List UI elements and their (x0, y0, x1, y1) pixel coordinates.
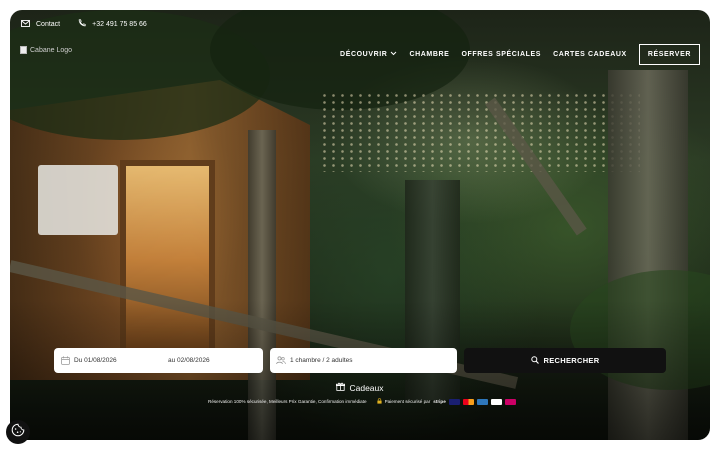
calendar-icon (60, 356, 70, 366)
gift-icon (336, 382, 346, 393)
site-logo[interactable]: Cabane Logo (20, 42, 90, 58)
contact-bar: Contact +32 491 75 85 66 (21, 19, 147, 29)
visa-card-icon (448, 398, 460, 405)
guarantees-text: Réservation 100% sécurisée, Meilleurs Pr… (208, 399, 367, 404)
search-icon (530, 355, 539, 366)
reserve-button[interactable]: RÉSERVER (638, 44, 700, 65)
date-from[interactable]: Du 01/08/2026 (74, 357, 168, 364)
date-range-field[interactable]: Du 01/08/2026 au 02/08/2026 (54, 348, 263, 373)
guests-value: 1 chambre / 2 adultes (290, 357, 353, 364)
payment-label: Paiement sécurisé par (384, 399, 431, 404)
lock-icon (376, 398, 382, 405)
contact-label: Contact (36, 20, 61, 28)
search-label: RECHERCHER (543, 356, 600, 365)
logo-alt: Cabane Logo (30, 46, 73, 54)
scene-detail (38, 165, 118, 235)
gifts-link[interactable]: Cadeaux (0, 382, 720, 393)
nav-item-offres[interactable]: OFFRES SPÉCIALES (461, 51, 541, 58)
trust-bar: Réservation 100% sécurisée, Meilleurs Pr… (208, 398, 516, 405)
cookie-icon (11, 423, 25, 442)
guests-field[interactable]: 1 chambre / 2 adultes (270, 348, 457, 373)
mastercard-icon (462, 398, 474, 405)
chevron-down-icon (390, 51, 397, 58)
amex-card-icon (476, 398, 488, 405)
nav-item-cartes-cadeaux[interactable]: CARTES CADEAUX (553, 51, 627, 58)
broken-image-icon (20, 46, 27, 54)
string-lights (320, 92, 640, 172)
cookie-settings-button[interactable] (6, 420, 30, 444)
hero-background (10, 10, 710, 440)
nav-label: DÉCOUVRIR (340, 51, 388, 58)
contact-link[interactable]: Contact (21, 19, 61, 29)
phone-link[interactable]: +32 491 75 85 66 (78, 19, 147, 29)
stripe-logo: stripe (433, 399, 446, 404)
search-button[interactable]: RECHERCHER (464, 348, 666, 373)
envelope-icon (21, 19, 30, 29)
bancontact-card-icon (490, 398, 502, 405)
main-nav: DÉCOUVRIR CHAMBRE OFFRES SPÉCIALES CARTE… (340, 44, 700, 65)
nav-item-chambre[interactable]: CHAMBRE (409, 51, 449, 58)
phone-number: +32 491 75 85 66 (92, 20, 147, 28)
date-to[interactable]: au 02/08/2026 (168, 357, 210, 364)
payment-info: Paiement sécurisé par stripe (376, 398, 516, 405)
nav-item-decouvrir[interactable]: DÉCOUVRIR (340, 51, 397, 58)
phone-icon (78, 19, 86, 29)
people-icon (276, 356, 286, 366)
ideal-card-icon (504, 398, 516, 405)
gifts-label: Cadeaux (349, 382, 384, 393)
